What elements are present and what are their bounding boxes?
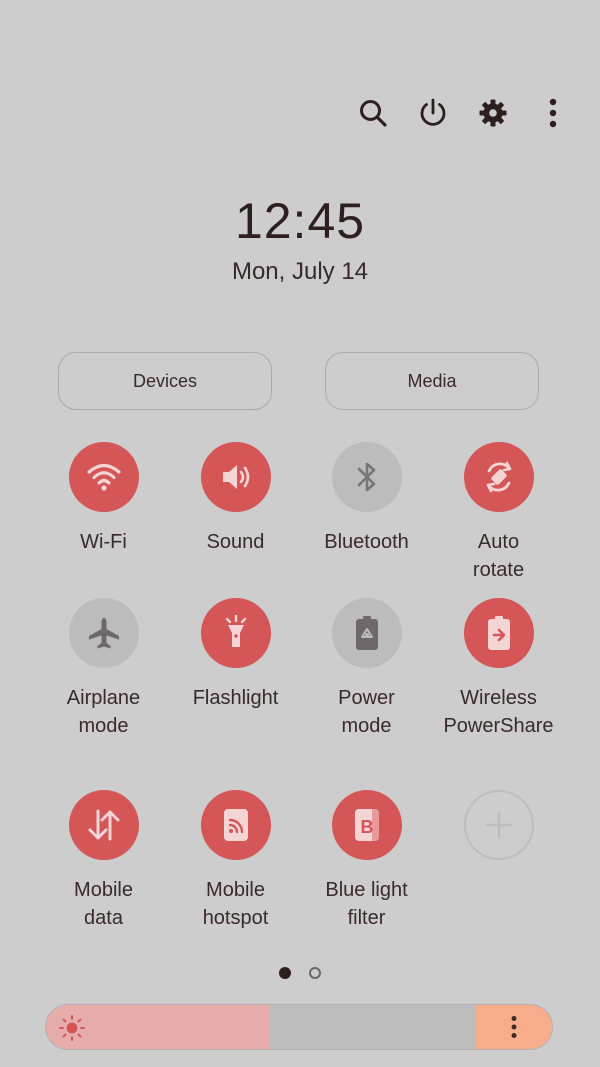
tile-bluetooth[interactable]: Bluetooth [301,442,432,556]
tile-power-mode[interactable]: Power mode [301,598,432,740]
gear-icon [479,99,507,127]
tile-blue-light-filter[interactable]: B Blue light filter [301,790,432,932]
clock-time: 12:45 [234,193,366,249]
tile-mobile-hotspot[interactable]: Mobile hotspot [170,790,301,932]
more-vertical-icon [549,98,557,128]
tile-mobile-data[interactable]: Mobile data [38,790,169,932]
page-dot-1[interactable] [279,967,291,979]
data-arrows-icon [88,809,119,841]
tile-blue-light-filter-toggle[interactable]: B [331,790,402,860]
devices-button[interactable]: Devices [58,352,272,410]
power-button[interactable] [416,90,450,136]
speaker-icon [222,465,249,489]
tile-label: Mobile data [74,879,133,929]
sun-icon [59,1015,85,1041]
tile-label: Mobile hotspot [202,879,269,929]
tile-label: Airplane mode [66,687,141,737]
tile-sound[interactable]: Sound [170,442,301,556]
svg-text:B: B [360,817,373,837]
brightness-slider[interactable] [45,1004,553,1050]
search-icon [360,100,387,127]
tile-label: Bluetooth [324,531,409,553]
settings-button[interactable] [476,90,510,136]
quick-panel-toolbar [356,90,570,136]
power-share-icon [487,616,510,650]
tile-sound-toggle[interactable] [200,442,271,512]
tile-wireless-powershare[interactable]: Wireless PowerShare [433,598,564,740]
bluetooth-icon [357,462,375,492]
tile-add[interactable] [433,790,564,860]
tile-airplane-mode-toggle[interactable] [68,598,139,668]
power-icon [420,98,446,126]
tile-mobile-hotspot-toggle[interactable] [200,790,271,860]
tile-auto-rotate[interactable]: Auto rotate [433,442,564,584]
tile-label: Flashlight [192,687,279,709]
brightness-more-button[interactable] [476,1005,552,1049]
tile-label: Power mode [338,687,395,737]
flashlight-icon [225,615,246,647]
rotate-icon [486,461,511,493]
tile-wireless-powershare-toggle[interactable] [463,598,534,668]
tile-wifi[interactable]: Wi-Fi [38,442,169,556]
more-options-button[interactable] [536,90,570,136]
tile-auto-rotate-toggle[interactable] [463,442,534,512]
wifi-icon [86,463,121,491]
tile-flashlight[interactable]: Flashlight [170,598,301,712]
blue-light-icon: B [354,809,379,841]
page-dot-2[interactable] [309,967,321,979]
airplane-icon [88,618,119,649]
search-button[interactable] [356,90,390,136]
tile-label: Sound [206,531,265,553]
hotspot-icon [223,809,248,841]
tile-label: Wi-Fi [80,531,127,553]
clock-date: Mon, July 14 [231,258,369,285]
tile-mobile-data-toggle[interactable] [68,790,139,860]
tile-label: Wireless PowerShare [443,687,554,737]
plus-icon [485,812,512,838]
tile-flashlight-toggle[interactable] [200,598,271,668]
tile-bluetooth-toggle[interactable] [331,442,402,512]
more-vertical-icon [511,1016,517,1038]
tile-label: Blue light filter [325,879,408,929]
tile-wifi-toggle[interactable] [68,442,139,512]
clock-block[interactable]: 12:45 Mon, July 14 [0,196,600,286]
battery-recycle-icon [355,616,378,650]
page-indicator [0,967,600,979]
add-tile-button[interactable] [463,790,534,860]
media-button[interactable]: Media [325,352,539,410]
tile-label: Auto rotate [472,531,525,581]
tile-power-mode-toggle[interactable] [331,598,402,668]
tile-airplane-mode[interactable]: Airplane mode [38,598,169,740]
